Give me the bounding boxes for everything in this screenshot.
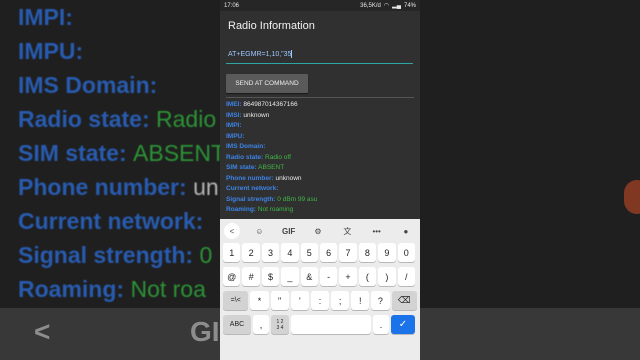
- number-row: 1 2 3 4 5 6 7 8 9 0: [220, 243, 420, 262]
- space-bar[interactable]: [291, 315, 371, 334]
- bg-line-signal: Signal strength: 0: [18, 242, 213, 268]
- symbols-shift-key[interactable]: =\<: [223, 291, 249, 310]
- info-row-roaming: Roaming: Not roaming: [226, 206, 294, 213]
- bg-line-ims: IMS Domain:: [18, 72, 158, 98]
- key-question[interactable]: ?: [371, 291, 390, 310]
- send-at-command-button[interactable]: SEND AT COMMAND: [226, 74, 308, 93]
- signal-icon: ▂▄: [392, 3, 401, 9]
- info-row-ims-domain: IMS Domain:: [226, 143, 266, 150]
- info-row-impi: IMPI:: [226, 122, 242, 129]
- bg-decoration: [624, 180, 640, 214]
- status-right: 36,5K/d ◠ ▂▄ 74%: [360, 2, 416, 10]
- radio-info-content: AT+EGMR=1,10,"35 SEND AT COMMAND IMEI: 8…: [220, 49, 420, 229]
- page-title: Radio Information: [228, 20, 315, 32]
- status-bar: 17:06 36,5K/d ◠ ▂▄ 74%: [220, 0, 420, 11]
- phone-screen: 17:06 36,5K/d ◠ ▂▄ 74% Radio Information…: [220, 0, 420, 360]
- key-9[interactable]: 9: [378, 243, 396, 262]
- key-hash[interactable]: #: [242, 267, 260, 286]
- text-cursor: [291, 50, 293, 58]
- key-plus[interactable]: +: [339, 267, 357, 286]
- key-open-paren[interactable]: (: [358, 267, 377, 286]
- status-time: 17:06: [224, 2, 240, 9]
- info-row-imei: IMEI: 864987014367166: [226, 101, 298, 108]
- status-battery: 74%: [403, 2, 416, 9]
- divider: [226, 97, 414, 98]
- sticker-icon[interactable]: ☺: [249, 227, 269, 236]
- key-3[interactable]: 3: [261, 243, 280, 262]
- abc-key[interactable]: ABC: [223, 315, 251, 334]
- key-slash[interactable]: /: [397, 267, 415, 286]
- key-minus[interactable]: -: [319, 267, 338, 286]
- bg-line-network: Current network:: [18, 208, 204, 234]
- key-8[interactable]: 8: [358, 243, 377, 262]
- keyboard-toolbar: < ☺ GIF ⚙ 文 ••• ●: [220, 219, 420, 243]
- key-double-quote[interactable]: ": [270, 291, 289, 310]
- bg-back-glyph: <: [34, 316, 51, 347]
- key-0[interactable]: 0: [397, 243, 415, 262]
- key-2[interactable]: 2: [242, 243, 260, 262]
- key-close-paren[interactable]: ): [378, 267, 396, 286]
- status-net-speed: 36,5K/d: [360, 2, 381, 9]
- mic-icon[interactable]: ●: [396, 227, 416, 236]
- key-5[interactable]: 5: [300, 243, 318, 262]
- key-asterisk[interactable]: *: [250, 291, 269, 310]
- key-single-quote[interactable]: ': [290, 291, 309, 310]
- key-underscore[interactable]: _: [281, 267, 299, 286]
- key-semicolon[interactable]: ;: [331, 291, 350, 310]
- bg-line-radio: Radio state: Radio: [18, 106, 217, 132]
- wifi-icon: ◠: [383, 3, 390, 9]
- gif-button[interactable]: GIF: [279, 227, 299, 236]
- settings-icon[interactable]: ⚙: [308, 227, 328, 236]
- key-4[interactable]: 4: [281, 243, 299, 262]
- info-row-current-network: Current network:: [226, 185, 279, 192]
- info-row-sim-state: SIM state: ABSENT: [226, 164, 285, 171]
- key-comma[interactable]: ,: [253, 315, 269, 334]
- info-row-imsi: IMSI: unknown: [226, 111, 270, 119]
- key-exclamation[interactable]: !: [351, 291, 370, 310]
- bg-line-sim: SIM state: ABSENT: [18, 140, 226, 166]
- info-row-phone-number: Phone number: unknown: [226, 174, 302, 182]
- bottom-row: ABC , 1 2 3 4 . ✓: [220, 315, 420, 334]
- symbol-row: @ # $ _ & - + ( ) /: [220, 267, 420, 286]
- done-check-icon[interactable]: ✓: [391, 315, 415, 334]
- key-7[interactable]: 7: [339, 243, 357, 262]
- key-dollar[interactable]: $: [261, 267, 280, 286]
- key-ampersand[interactable]: &: [300, 267, 318, 286]
- bg-line-impu: IMPU:: [18, 38, 84, 64]
- key-6[interactable]: 6: [319, 243, 338, 262]
- key-colon[interactable]: :: [310, 291, 330, 310]
- bg-line-phone: Phone number: un: [18, 174, 219, 200]
- bg-line-roaming: Roaming: Not roa: [18, 276, 206, 302]
- backspace-icon[interactable]: ⌫: [391, 291, 417, 310]
- at-command-input[interactable]: AT+EGMR=1,10,"35: [226, 49, 413, 64]
- info-row-radio-state: Radio state: Radio off: [226, 153, 291, 161]
- translate-icon[interactable]: 文: [337, 226, 357, 237]
- app-bar: Radio Information: [220, 11, 420, 41]
- key-at[interactable]: @: [223, 267, 241, 286]
- info-row-impu: IMPU:: [226, 132, 245, 140]
- key-period[interactable]: .: [373, 315, 389, 334]
- soft-keyboard: < ☺ GIF ⚙ 文 ••• ● 1 2 3 4 5 6 7 8 9 0 @ …: [220, 219, 420, 360]
- bg-line-impi: IMPI:: [18, 4, 73, 30]
- info-row-signal-strength: Signal strength: 0 dBm 99 asu: [226, 195, 318, 203]
- key-1[interactable]: 1: [223, 243, 241, 262]
- numpad-key[interactable]: 1 2 3 4: [271, 315, 289, 334]
- punctuation-row: =\< * " ' : ; ! ? ⌫: [220, 291, 420, 310]
- info-list: IMEI: 864987014367166 IMSI: unknown IMPI…: [226, 100, 414, 216]
- keyboard-back-icon[interactable]: <: [224, 223, 240, 239]
- more-icon[interactable]: •••: [367, 227, 387, 236]
